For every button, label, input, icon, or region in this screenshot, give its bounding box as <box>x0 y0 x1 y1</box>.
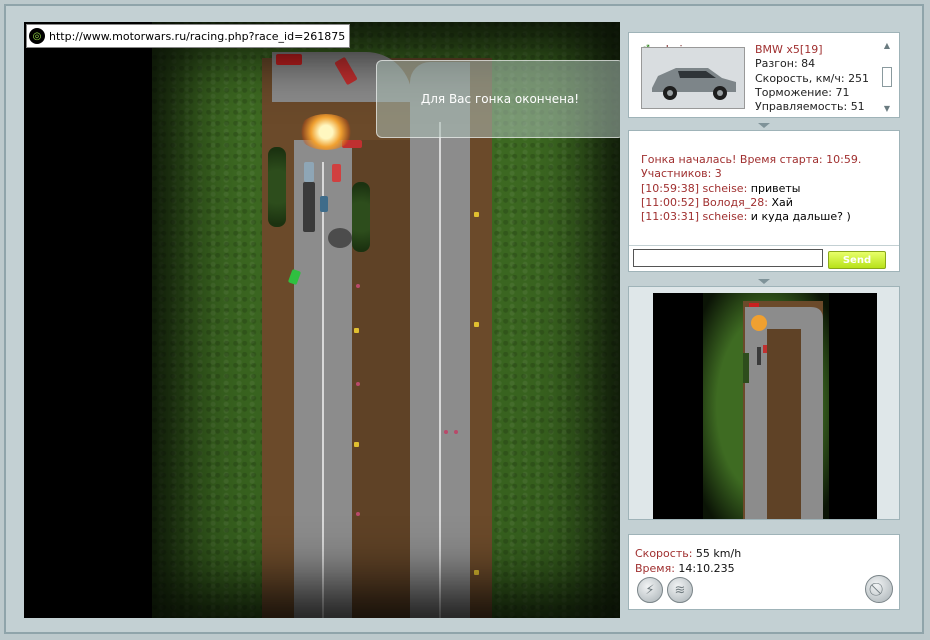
hedge-bush <box>268 147 286 227</box>
speed-value: 55 km/h <box>695 547 742 560</box>
time-value: 14:10.235 <box>678 561 735 575</box>
flower <box>454 430 458 434</box>
scroll-down-icon[interactable]: ▼ <box>884 104 890 113</box>
suv-icon <box>642 48 744 108</box>
time-row: Время: 14:10.235 <box>635 561 735 575</box>
track-marker <box>354 442 359 447</box>
url-text: http://www.motorwars.ru/racing.php?race_… <box>49 29 346 43</box>
flower <box>356 512 360 516</box>
road-marking-left <box>322 162 324 618</box>
minimap-panel <box>628 286 900 520</box>
minimap[interactable] <box>653 293 877 519</box>
scroll-up-icon[interactable]: ▲ <box>884 41 890 50</box>
track-marker <box>354 328 359 333</box>
chat-message: [10:59:38] scheise: приветы <box>641 181 801 195</box>
stat-row: Скорость, км/ч: 251 <box>755 71 870 85</box>
road-marking-right <box>439 122 441 618</box>
hedge-bush <box>352 182 370 252</box>
car-blue <box>304 162 314 182</box>
race-over-message: Для Вас гонка окончена! <box>376 60 620 138</box>
car-model: BMW x5[19] <box>755 43 823 56</box>
scroll-thumb[interactable] <box>882 67 892 87</box>
race-over-text: Для Вас гонка окончена! <box>420 92 580 106</box>
url-bar: ◎ http://www.motorwars.ru/racing.php?rac… <box>26 24 351 48</box>
chat-system-line: Участников: 3 <box>641 167 722 181</box>
chat-message: [11:00:52] Володя_28: Хай <box>641 195 793 209</box>
wreck <box>328 228 352 248</box>
stat-row: Торможение: 71 <box>755 85 850 99</box>
collapse-arrow-icon[interactable] <box>758 279 770 284</box>
truck <box>303 182 315 232</box>
collapse-arrow-icon[interactable] <box>758 123 770 128</box>
car-photo <box>641 47 745 109</box>
stat-row: Разгон: 84 <box>755 57 816 71</box>
site-logo-icon: ◎ <box>29 28 45 44</box>
player-panel: ♂ scheise BMW x5[19] Разгон: 84 Скорость… <box>628 32 900 118</box>
chat-input[interactable] <box>633 249 823 267</box>
stat-row: Управляемость: 51 <box>755 100 865 114</box>
car-blue <box>320 196 328 212</box>
crashed-car <box>276 54 302 65</box>
no-entry-icon[interactable]: ⃠ <box>865 575 893 603</box>
flower <box>356 382 360 386</box>
player-scrollbar[interactable]: ▲ ▼ <box>881 41 893 113</box>
flower <box>444 430 448 434</box>
speed-row: Скорость: 55 km/h <box>635 547 742 560</box>
track-marker <box>474 212 479 217</box>
track-marker <box>474 570 479 575</box>
chat-system-line: Гонка началась! Время старта: 10:59. <box>641 153 862 166</box>
wifi-icon[interactable]: ≋ <box>667 577 693 603</box>
divider <box>629 245 899 246</box>
lightning-icon[interactable]: ⚡ <box>637 577 663 603</box>
minimap-track <box>703 293 829 519</box>
send-button[interactable]: Send <box>828 251 886 269</box>
chat-message: [11:03:31] scheise: и куда дальше? ) <box>641 210 851 224</box>
track-marker <box>474 322 479 327</box>
chat-log: Гонка началась! Время старта: 10:59. Уча… <box>641 153 861 224</box>
flower <box>356 284 360 288</box>
car-red <box>332 164 341 182</box>
status-panel: Скорость: 55 km/h Время: 14:10.235 ⚡ ≋ ⃠ <box>628 534 900 610</box>
explosion <box>298 114 354 150</box>
race-track-view[interactable]: Для Вас гонка окончена! <box>24 22 620 618</box>
chat-panel: Гонка началась! Время старта: 10:59. Уча… <box>628 130 900 272</box>
speed-time-readout: Скорость: 55 km/h Время: 14:10.235 <box>635 547 741 576</box>
car-stats: BMW x5[19] Разгон: 84 Скорость, км/ч: 25… <box>755 43 869 114</box>
